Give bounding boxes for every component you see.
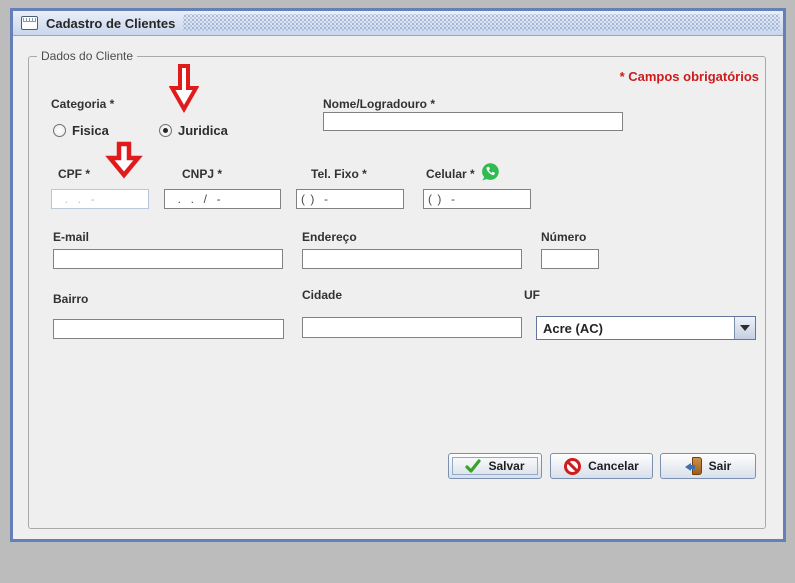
whatsapp-icon: [482, 163, 499, 181]
email-label: E-mail: [53, 230, 90, 244]
window-titlebar[interactable]: Cadastro de Clientes: [13, 11, 783, 36]
celular-label: Celular *: [426, 167, 475, 181]
cnpj-input[interactable]: [164, 189, 281, 209]
nome-logradouro-label: Nome/Logradouro *: [323, 97, 436, 111]
tel-fixo-label: Tel. Fixo *: [311, 167, 367, 181]
chevron-down-icon: [740, 325, 750, 331]
required-fields-note: * Campos obrigatórios: [619, 69, 759, 84]
sair-button[interactable]: Sair: [660, 453, 756, 479]
cidade-input[interactable]: [302, 317, 522, 338]
uf-dropdown-button[interactable]: [734, 317, 755, 339]
radio-juridica-label: Juridica: [178, 123, 228, 138]
radio-fisica[interactable]: Fisica: [53, 123, 109, 138]
radio-fisica-label: Fisica: [72, 123, 109, 138]
salvar-button[interactable]: Salvar: [448, 453, 542, 479]
radio-juridica-circle-icon: [159, 124, 172, 137]
uf-combobox[interactable]: Acre (AC): [536, 316, 756, 340]
bairro-label: Bairro: [53, 292, 89, 306]
radio-juridica[interactable]: Juridica: [159, 123, 228, 138]
sair-button-label: Sair: [708, 459, 732, 473]
radio-fisica-circle-icon: [53, 124, 66, 137]
tel-fixo-input[interactable]: [296, 189, 404, 209]
red-arrow-down-cpf-icon: [105, 141, 143, 179]
bairro-input[interactable]: [53, 319, 284, 339]
groupbox-title: Dados do Cliente: [37, 49, 138, 63]
nome-logradouro-input[interactable]: [323, 112, 623, 131]
cpf-label: CPF *: [58, 167, 91, 181]
cadastro-clientes-window: Cadastro de Clientes Dados do Cliente * …: [10, 8, 786, 542]
email-input[interactable]: [53, 249, 283, 269]
door-exit-icon: [684, 457, 702, 475]
numero-input[interactable]: [541, 249, 599, 269]
uf-label: UF: [524, 288, 540, 302]
window-title: Cadastro de Clientes: [46, 15, 176, 31]
red-arrow-down-juridica-icon: [169, 64, 199, 113]
window-icon: [21, 16, 38, 30]
cnpj-label: CNPJ *: [182, 167, 223, 181]
uf-selected-value: Acre (AC): [543, 320, 603, 336]
cancelar-button[interactable]: Cancelar: [550, 453, 653, 479]
titlebar-bump-texture: [183, 14, 780, 31]
window-content: Dados do Cliente * Campos obrigatórios C…: [13, 36, 783, 539]
cancelar-button-label: Cancelar: [588, 459, 639, 473]
cancel-icon: [564, 457, 582, 475]
endereco-input[interactable]: [302, 249, 522, 269]
desktop-background: Cadastro de Clientes Dados do Cliente * …: [0, 0, 795, 583]
cpf-input: [51, 189, 149, 209]
dados-do-cliente-groupbox: Dados do Cliente * Campos obrigatórios C…: [28, 49, 766, 529]
cidade-label: Cidade: [302, 288, 343, 302]
categoria-label: Categoria *: [51, 97, 115, 111]
salvar-focus-ring: [452, 457, 538, 475]
celular-input[interactable]: [423, 189, 531, 209]
endereco-label: Endereço: [302, 230, 357, 244]
numero-label: Número: [541, 230, 587, 244]
